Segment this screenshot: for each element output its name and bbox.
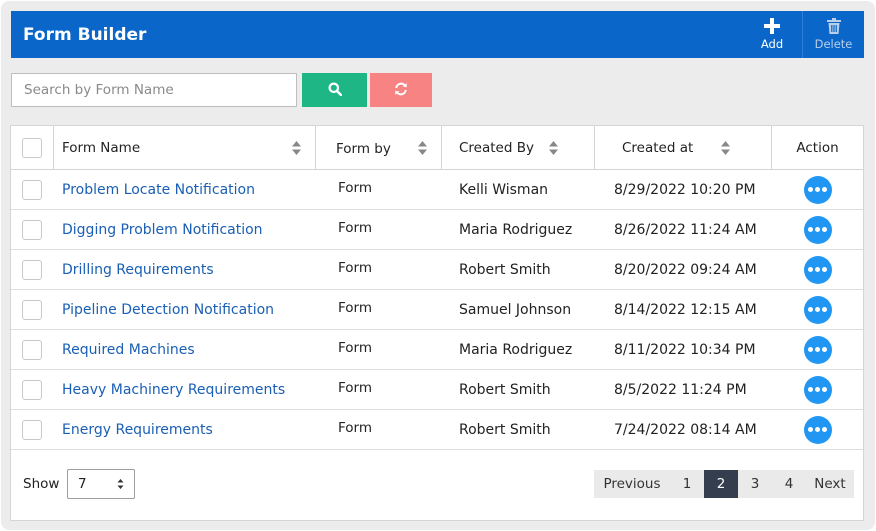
created-by-cell: Robert Smith (459, 261, 551, 278)
column-header-form-by[interactable]: Form by (316, 126, 442, 170)
row-checkbox[interactable] (22, 419, 42, 440)
form-by-cell: Form (338, 299, 373, 316)
search-button[interactable] (302, 73, 367, 107)
table-header: Form Name Form by Created By Created at … (11, 126, 863, 170)
more-actions-button[interactable] (803, 175, 832, 204)
row-checkbox[interactable] (22, 179, 42, 200)
more-actions-button[interactable] (803, 335, 832, 364)
form-name-link[interactable]: Pipeline Detection Notification (54, 302, 316, 318)
more-actions-button[interactable] (803, 295, 832, 324)
sort-icon[interactable] (292, 141, 301, 159)
page-title: Form Builder (23, 24, 147, 45)
table-row: Problem Locate Notification Form Kelli W… (11, 170, 863, 210)
column-header-label: Created at (622, 140, 694, 156)
header-checkbox-cell (11, 126, 54, 170)
created-by-cell: Robert Smith (459, 381, 551, 398)
trash-icon (826, 18, 841, 34)
table-row: Heavy Machinery Requirements Form Robert… (11, 370, 863, 410)
table-row: Drilling Requirements Form Robert Smith … (11, 250, 863, 290)
more-actions-button[interactable] (803, 375, 832, 404)
row-checkbox[interactable] (22, 339, 42, 360)
created-by-cell: Maria Rodriguez (459, 221, 573, 238)
more-actions-button[interactable] (803, 215, 832, 244)
form-by-cell: Form (338, 419, 373, 436)
form-name-link[interactable]: Energy Requirements (54, 422, 316, 438)
show-label: Show (23, 476, 60, 492)
created-by-cell: Samuel Johnson (459, 301, 572, 318)
column-header-action: Action (772, 126, 863, 170)
delete-button-label: Delete (814, 37, 853, 51)
select-arrows-icon (117, 478, 124, 494)
more-actions-button[interactable] (803, 255, 832, 284)
column-header-created-at[interactable]: Created at (595, 126, 772, 170)
page-button-1[interactable]: 1 (670, 470, 704, 498)
form-name-link[interactable]: Drilling Requirements (54, 262, 316, 278)
table-row: Required Machines Form Maria Rodriguez 8… (11, 330, 863, 370)
column-header-form-name[interactable]: Form Name (54, 126, 316, 170)
search-input[interactable] (11, 73, 297, 107)
delete-button[interactable]: Delete (802, 11, 864, 58)
form-by-cell: Form (338, 339, 373, 356)
form-by-cell: Form (338, 219, 373, 236)
column-header-label: Action (796, 140, 839, 156)
row-checkbox[interactable] (22, 259, 42, 280)
page-size-select[interactable]: 7 (67, 469, 135, 499)
more-actions-button[interactable] (803, 415, 832, 444)
table-body: Problem Locate Notification Form Kelli W… (11, 170, 863, 450)
table-row: Pipeline Detection Notification Form Sam… (11, 290, 863, 330)
created-by-cell: Kelli Wisman (459, 181, 549, 198)
page-size-value: 7 (78, 476, 87, 492)
form-name-link[interactable]: Digging Problem Notification (54, 222, 316, 238)
form-name-link[interactable]: Heavy Machinery Requirements (54, 382, 316, 398)
forms-table: Form Name Form by Created By Created at … (10, 125, 864, 521)
reset-button[interactable] (370, 73, 432, 107)
table-row: Digging Problem Notification Form Maria … (11, 210, 863, 250)
previous-page-button[interactable]: Previous (594, 470, 670, 498)
form-by-cell: Form (338, 179, 373, 196)
form-name-link[interactable]: Problem Locate Notification (54, 182, 316, 198)
add-button[interactable]: Add (742, 11, 802, 58)
refresh-icon (394, 82, 408, 99)
sort-icon[interactable] (418, 141, 427, 159)
form-by-cell: Form (338, 259, 373, 276)
created-at-cell: 8/5/2022 11:24 PM (614, 381, 747, 398)
form-by-cell: Form (338, 379, 373, 396)
created-by-cell: Robert Smith (459, 421, 551, 438)
next-page-button[interactable]: Next (806, 470, 854, 498)
created-by-cell: Maria Rodriguez (459, 341, 573, 358)
created-at-cell: 8/26/2022 11:24 AM (614, 221, 757, 238)
select-all-checkbox[interactable] (22, 138, 42, 158)
sort-icon[interactable] (721, 141, 730, 159)
sort-icon[interactable] (549, 141, 558, 159)
column-header-label: Form by (336, 141, 391, 157)
created-at-cell: 8/14/2022 12:15 AM (614, 301, 757, 318)
row-checkbox[interactable] (22, 299, 42, 320)
column-header-created-by[interactable]: Created By (442, 126, 595, 170)
pagination: Previous 1 2 3 4 Next (594, 470, 854, 498)
column-header-label: Created By (459, 140, 534, 156)
plus-icon (764, 18, 780, 34)
created-at-cell: 8/20/2022 09:24 AM (614, 261, 757, 278)
row-checkbox[interactable] (22, 379, 42, 400)
created-at-cell: 8/29/2022 10:20 PM (614, 181, 756, 198)
created-at-cell: 7/24/2022 08:14 AM (614, 421, 757, 438)
row-checkbox[interactable] (22, 219, 42, 240)
add-button-label: Add (760, 37, 784, 51)
page-button-4[interactable]: 4 (772, 470, 806, 498)
created-at-cell: 8/11/2022 10:34 PM (614, 341, 756, 358)
column-header-label: Form Name (62, 140, 141, 156)
page-button-2[interactable]: 2 (704, 470, 738, 498)
search-icon (328, 82, 342, 99)
page-header: Form Builder Add Delete (11, 11, 864, 58)
form-name-link[interactable]: Required Machines (54, 342, 316, 358)
page-button-3[interactable]: 3 (738, 470, 772, 498)
table-row: Energy Requirements Form Robert Smith 7/… (11, 410, 863, 450)
